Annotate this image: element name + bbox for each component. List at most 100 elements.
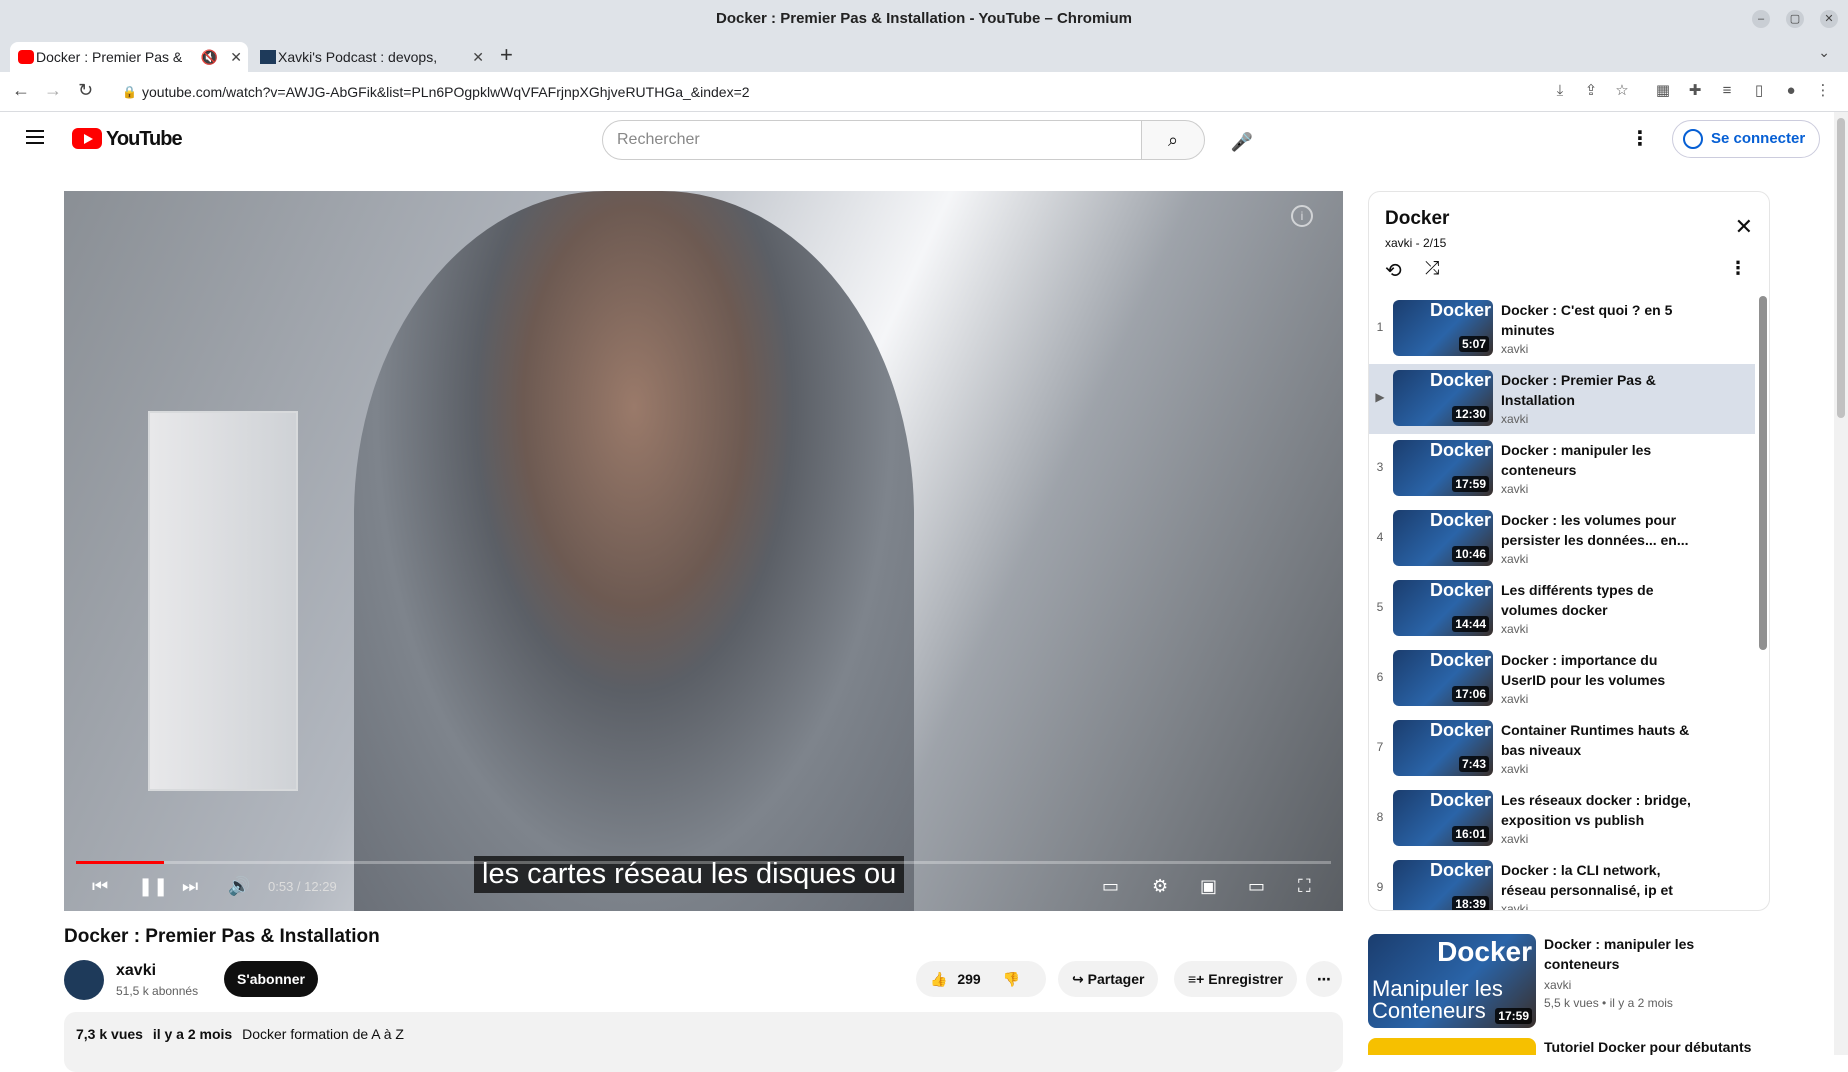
playlist-item-thumbnail[interactable]: Docker 14:44: [1393, 580, 1493, 636]
search-button[interactable]: ⌕: [1141, 120, 1205, 160]
playlist-item[interactable]: 7 Docker 7:43 Container Runtimes hauts & ba…: [1369, 714, 1755, 784]
extensions-puzzle-icon[interactable]: ✚: [1686, 82, 1704, 100]
recommended-thumbnail[interactable]: Docker Manipuler les Conteneurs 17:59: [1368, 934, 1536, 1028]
subtitles-icon[interactable]: ▭: [1102, 876, 1119, 897]
profile-icon[interactable]: ●: [1782, 82, 1800, 100]
playlist-item-title[interactable]: Docker : la CLI network, réseau personna…: [1501, 860, 1701, 900]
menu-hamburger-icon[interactable]: [26, 130, 44, 144]
playlist-item-thumbnail[interactable]: Docker 17:59: [1393, 440, 1493, 496]
playlist-item-thumbnail[interactable]: Docker 18:39: [1393, 860, 1493, 910]
playlist-item-thumbnail[interactable]: Docker 7:43: [1393, 720, 1493, 776]
miniplayer-icon[interactable]: ▣: [1200, 876, 1217, 897]
extension-icon[interactable]: ▦: [1654, 82, 1672, 100]
volume-icon[interactable]: 🔊: [228, 876, 250, 897]
tab-search-chevron-icon[interactable]: ⌄: [1818, 44, 1830, 61]
playlist-item-channel[interactable]: xavki: [1501, 902, 1528, 910]
playlist-item-title[interactable]: Les différents types de volumes docker: [1501, 580, 1701, 620]
playlist-item-channel[interactable]: xavki: [1501, 692, 1528, 706]
bookmark-star-icon[interactable]: ☆: [1613, 82, 1631, 100]
playlist-scrollbar[interactable]: [1759, 296, 1767, 650]
playlist-item-channel[interactable]: xavki: [1501, 622, 1528, 636]
playlist-item-thumbnail[interactable]: Docker 5:07: [1393, 300, 1493, 356]
loop-icon[interactable]: ⟲: [1385, 258, 1402, 283]
description-box[interactable]: 7,3 k vues il y a 2 mois Docker formatio…: [64, 1012, 1343, 1072]
info-icon[interactable]: i: [1291, 205, 1313, 227]
playlist-item[interactable]: 3 Docker 17:59 Docker : manipuler les conte…: [1369, 434, 1755, 504]
pause-icon[interactable]: ❚❚: [138, 876, 168, 897]
tab-close-icon[interactable]: ✕: [472, 42, 484, 72]
playlist-item-channel[interactable]: xavki: [1501, 482, 1528, 496]
maximize-button[interactable]: ▢: [1786, 10, 1804, 28]
fullscreen-icon[interactable]: ⛶: [1298, 876, 1311, 897]
save-button[interactable]: ≡+ Enregistrer: [1174, 961, 1297, 997]
playlist-item-channel[interactable]: xavki: [1501, 762, 1528, 776]
like-dislike-group[interactable]: 👍 299 👎: [916, 961, 1046, 997]
playlist-item-title[interactable]: Docker : Premier Pas & Installation: [1501, 370, 1701, 410]
previous-icon[interactable]: ⏮: [92, 876, 108, 897]
subscribe-button[interactable]: S'abonner: [224, 961, 318, 997]
recommended-title[interactable]: Tutoriel Docker pour débutants: [1544, 1039, 1751, 1055]
side-panel-icon[interactable]: ▯: [1750, 82, 1768, 100]
playlist-item[interactable]: 6 Docker 17:06 Docker : importance du UserI…: [1369, 644, 1755, 714]
playlist-item[interactable]: 5 Docker 14:44 Les différents types de volu…: [1369, 574, 1755, 644]
address-bar[interactable]: 🔒 youtube.com/watch?v=AWJG-AbGFik&list=P…: [118, 78, 1508, 106]
playlist-item[interactable]: 4 Docker 10:46 Docker : les volumes pour pe…: [1369, 504, 1755, 574]
playlist-item-channel[interactable]: xavki: [1501, 412, 1528, 426]
playlist-item-channel[interactable]: xavki: [1501, 832, 1528, 846]
recommended-video[interactable]: Docker Manipuler les Conteneurs 17:59 Do…: [1368, 934, 1768, 1034]
share-button[interactable]: ↪ Partager: [1058, 961, 1159, 997]
thumbs-down-icon[interactable]: 👎: [1003, 971, 1020, 987]
tab-podcast[interactable]: Xavki's Podcast : devops, ✕: [252, 42, 490, 72]
tab-close-icon[interactable]: ✕: [230, 42, 242, 72]
playlist-item-thumbnail[interactable]: Docker 12:30: [1393, 370, 1493, 426]
channel-name[interactable]: xavki: [116, 962, 156, 980]
mute-icon[interactable]: 🔇: [201, 42, 218, 72]
browser-menu-icon[interactable]: ⋮: [1814, 82, 1832, 100]
playlist-item-title[interactable]: Docker : manipuler les conteneurs: [1501, 440, 1701, 480]
playlist-item[interactable]: 9 Docker 18:39 Docker : la CLI network, rés…: [1369, 854, 1755, 910]
video-player[interactable]: i les cartes réseau les disques ou ⏮ ❚❚ …: [64, 191, 1343, 911]
search-input[interactable]: Rechercher: [602, 120, 1142, 160]
thumbs-up-icon[interactable]: 👍: [930, 971, 947, 987]
progress-bar[interactable]: [76, 861, 1331, 864]
close-window-button[interactable]: ✕: [1820, 10, 1838, 28]
minimize-button[interactable]: –: [1752, 10, 1770, 28]
scrollbar-thumb[interactable]: [1837, 118, 1845, 418]
settings-gear-icon[interactable]: ⚙: [1152, 876, 1168, 897]
playlist-item-title[interactable]: Docker : les volumes pour persister les …: [1501, 510, 1701, 550]
playlist-item-thumbnail[interactable]: Docker 17:06: [1393, 650, 1493, 706]
recommended-channel[interactable]: xavki: [1544, 978, 1571, 992]
playlist-item-title[interactable]: Les réseaux docker : bridge, exposition …: [1501, 790, 1701, 830]
media-controls-icon[interactable]: ≡: [1718, 82, 1736, 100]
next-icon[interactable]: ⏭: [182, 876, 198, 897]
forward-button[interactable]: →: [44, 80, 62, 101]
reload-button[interactable]: ↻: [78, 80, 93, 101]
share-icon[interactable]: ⇪: [1582, 82, 1600, 100]
playlist-item-title[interactable]: Docker : importance du UserID pour les v…: [1501, 650, 1701, 690]
channel-avatar[interactable]: [64, 960, 104, 1000]
playlist-item-thumbnail[interactable]: Docker 10:46: [1393, 510, 1493, 566]
more-actions-icon[interactable]: ⋯: [1306, 961, 1342, 997]
close-icon[interactable]: ✕: [1735, 214, 1753, 240]
new-tab-button[interactable]: +: [500, 42, 513, 68]
playlist-item[interactable]: ▶ Docker 12:30 Docker : Premier Pas & Insta…: [1369, 364, 1755, 434]
tab-youtube[interactable]: Docker : Premier Pas & 🔇 ✕: [10, 42, 248, 72]
playlist-item-thumbnail[interactable]: Docker 16:01: [1393, 790, 1493, 846]
recommended-title[interactable]: Docker : manipuler les conteneurs: [1544, 934, 1754, 974]
playlist-more-icon[interactable]: ⋮: [1729, 258, 1747, 279]
playlist-item-title[interactable]: Container Runtimes hauts & bas niveaux: [1501, 720, 1701, 760]
recommended-thumbnail[interactable]: [1368, 1038, 1536, 1055]
playlist-item-channel[interactable]: xavki: [1501, 552, 1528, 566]
install-app-icon[interactable]: ⤓: [1551, 82, 1569, 100]
shuffle-icon[interactable]: ⤮: [1425, 258, 1439, 279]
back-button[interactable]: ←: [12, 80, 30, 101]
playlist-item-channel[interactable]: xavki: [1501, 342, 1528, 356]
playlist-title[interactable]: Docker: [1385, 208, 1449, 230]
playlist-item[interactable]: 1 Docker 5:07 Docker : C'est quoi ? en 5 mi…: [1369, 294, 1755, 364]
sign-in-button[interactable]: Se connecter: [1672, 120, 1820, 158]
recommended-video[interactable]: Tutoriel Docker pour débutants: [1368, 1038, 1768, 1055]
page-scrollbar[interactable]: [1834, 112, 1848, 1055]
settings-kebab-icon[interactable]: ⋮: [1630, 126, 1650, 151]
playlist-item[interactable]: 8 Docker 16:01 Les réseaux docker : bridge,…: [1369, 784, 1755, 854]
playlist-item-title[interactable]: Docker : C'est quoi ? en 5 minutes: [1501, 300, 1701, 340]
